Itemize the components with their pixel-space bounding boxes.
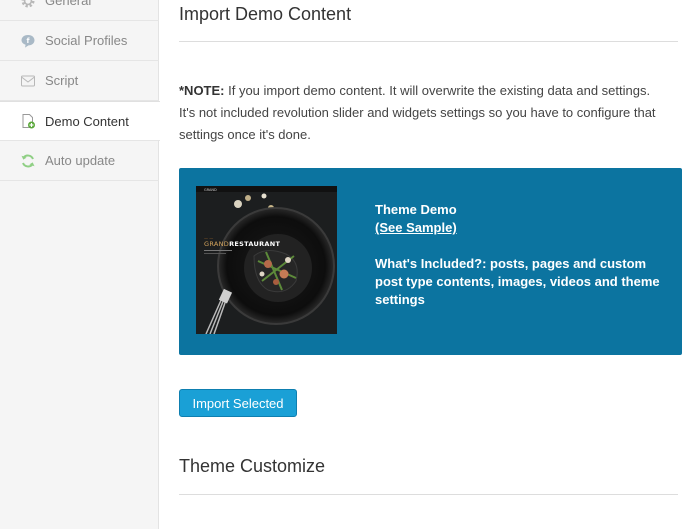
refresh-icon bbox=[20, 153, 36, 169]
sidebar-item-social-profiles[interactable]: f Social Profiles bbox=[0, 21, 159, 61]
demo-thumbnail[interactable]: GRAND — — GRANDRESTAURANT bbox=[196, 186, 337, 334]
svg-text:GRANDRESTAURANT: GRANDRESTAURANT bbox=[204, 240, 280, 248]
main-content: Import Demo Content *NOTE: If you import… bbox=[159, 0, 697, 529]
sidebar-item-general[interactable]: General bbox=[0, 0, 159, 21]
thumbnail-brand-suffix: RESTAURANT bbox=[229, 240, 280, 248]
chat-bubble-icon: f bbox=[20, 33, 36, 49]
import-demo-title: Import Demo Content bbox=[179, 4, 352, 24]
document-add-icon bbox=[20, 113, 36, 129]
sidebar-item-demo-content[interactable]: Demo Content bbox=[0, 101, 160, 141]
sidebar-item-script[interactable]: Script bbox=[0, 61, 159, 101]
note-label: *NOTE: bbox=[179, 83, 225, 98]
sidebar-item-auto-update[interactable]: Auto update bbox=[0, 141, 159, 181]
sidebar-item-label: Demo Content bbox=[45, 113, 129, 129]
title-divider bbox=[179, 41, 678, 42]
demo-included-description: What's Included?: posts, pages and custo… bbox=[375, 256, 660, 307]
gear-icon bbox=[20, 0, 36, 9]
sidebar-item-label: Social Profiles bbox=[45, 33, 128, 48]
see-sample-link[interactable]: (See Sample) bbox=[375, 219, 457, 237]
thumbnail-logo-small: GRAND bbox=[204, 188, 217, 192]
note-text: If you import demo content. It will over… bbox=[179, 83, 656, 142]
import-selected-button[interactable]: Import Selected bbox=[179, 389, 297, 417]
sidebar: General f Social Profiles Script Demo Co… bbox=[0, 0, 160, 529]
thumbnail-brand-prefix: GRAND bbox=[204, 240, 229, 248]
settings-page: General f Social Profiles Script Demo Co… bbox=[0, 0, 697, 529]
sidebar-item-label: Auto update bbox=[45, 153, 116, 168]
demo-name: Theme Demo bbox=[375, 202, 457, 217]
theme-customize-title: Theme Customize bbox=[179, 456, 326, 476]
demo-card[interactable]: GRAND — — GRANDRESTAURANT Theme Demo (Se… bbox=[179, 168, 682, 355]
customize-divider bbox=[179, 494, 678, 495]
demo-info: Theme Demo (See Sample) What's Included?… bbox=[375, 201, 665, 309]
import-note: *NOTE: If you import demo content. It wi… bbox=[179, 80, 659, 146]
script-icon bbox=[20, 73, 36, 89]
sidebar-item-label: Script bbox=[45, 73, 79, 88]
sidebar-item-label: General bbox=[45, 0, 92, 8]
